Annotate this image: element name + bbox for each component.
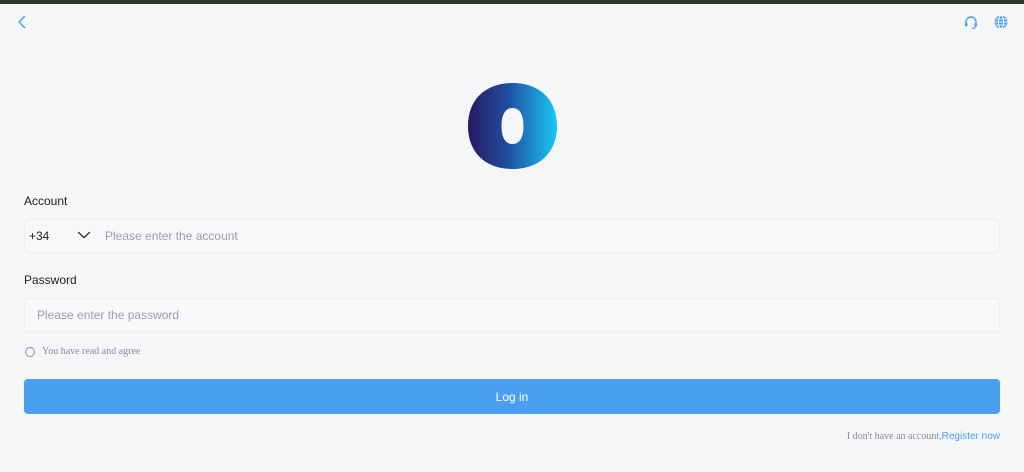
header-actions <box>962 13 1010 31</box>
headset-icon <box>965 16 977 30</box>
header <box>0 4 1024 40</box>
globe-icon <box>994 15 1008 29</box>
account-label: Account <box>24 194 68 208</box>
support-button[interactable] <box>962 13 980 31</box>
password-input[interactable] <box>37 299 987 331</box>
agreement-radio[interactable] <box>25 346 35 357</box>
agreement-text: You have read and agree <box>42 346 141 357</box>
password-label: Password <box>24 273 77 287</box>
register-link[interactable]: Register now <box>942 431 1000 442</box>
language-button[interactable] <box>992 13 1010 31</box>
o-logo-icon <box>468 83 557 169</box>
login-button[interactable]: Log in <box>24 379 1000 414</box>
agreement-row: You have read and agree <box>25 346 140 357</box>
country-code-value: +34 <box>29 229 50 243</box>
register-row: I don't have an account,Register now <box>847 431 1000 442</box>
country-code-select[interactable]: +34 <box>29 220 97 252</box>
app-logo <box>467 82 558 170</box>
account-input[interactable] <box>105 220 985 252</box>
chevron-down-icon <box>77 231 91 239</box>
back-button[interactable] <box>12 12 32 32</box>
password-field <box>24 298 1000 332</box>
register-prompt: I don't have an account, <box>846 431 942 442</box>
account-field: +34 <box>24 219 1000 253</box>
chevron-left-icon <box>18 15 26 29</box>
